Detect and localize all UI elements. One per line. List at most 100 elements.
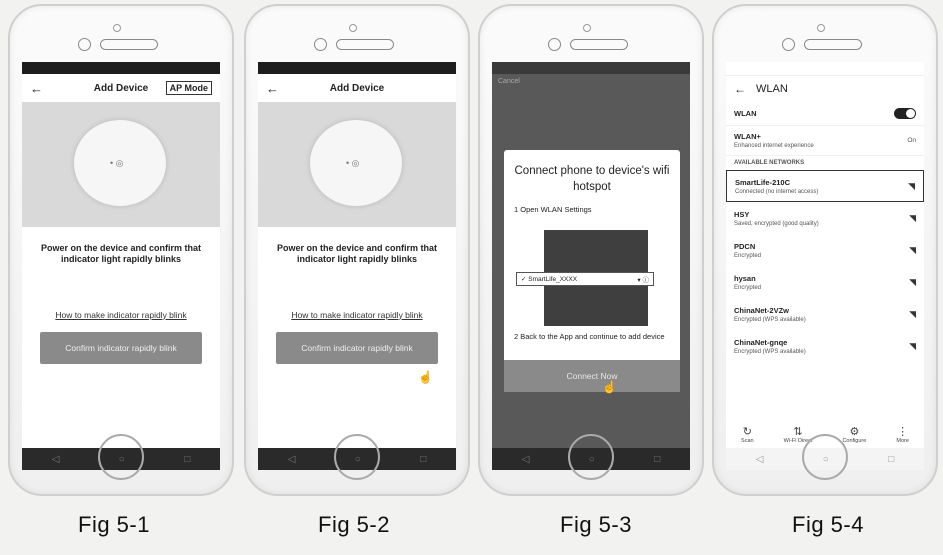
refresh-icon: ↻ <box>742 425 752 438</box>
instruction-text: Power on the device and confirm that ind… <box>276 243 438 265</box>
dialog-title: Connect phone to device's wifi hotspot <box>514 165 670 193</box>
front-sensor <box>113 24 121 32</box>
wlan-plus-row[interactable]: WLAN+ Enhanced internet experience On <box>726 126 924 156</box>
confirm-blink-button[interactable]: Confirm indicator rapidly blink <box>40 331 202 364</box>
ap-mode-button[interactable]: AP Mode <box>165 81 212 95</box>
wifi-lock-signal-icon: ◥ <box>909 244 916 255</box>
device-illustration: • ◎ <box>258 102 456 227</box>
confirm-blink-button[interactable]: Confirm indicator rapidly blink <box>276 331 438 364</box>
page-title: Add Device <box>329 82 385 94</box>
front-sensor <box>349 24 357 32</box>
wlan-toggle[interactable] <box>894 108 916 119</box>
check-icon: ✓ <box>521 276 529 283</box>
top-bar: ← Add Device <box>258 74 456 102</box>
home-button[interactable] <box>568 434 614 480</box>
earpiece-speaker <box>100 39 158 50</box>
nav-back-icon[interactable]: ◁ <box>52 454 60 465</box>
earpiece-speaker <box>336 39 394 50</box>
front-camera <box>78 38 91 51</box>
network-name: PDCN <box>734 241 756 251</box>
wifi-direct-icon: ⇅ <box>793 425 803 438</box>
more-button[interactable]: ⋮ More <box>896 425 909 444</box>
connect-now-button[interactable]: Connect Now <box>504 360 680 392</box>
screen: ← Add Device AP Mode • ◎ Power on the de… <box>22 62 220 470</box>
tap-cursor-icon: ☝ <box>602 380 617 394</box>
nav-recents-icon[interactable]: □ <box>420 454 426 465</box>
network-item[interactable]: ChinaNet-2VZw Encrypted (WPS available) … <box>726 298 924 330</box>
status-bar <box>22 62 220 74</box>
indicator-light-icon: • ◎ <box>110 158 124 168</box>
status-bar <box>726 62 924 76</box>
network-name: hysan <box>734 273 756 283</box>
page-title: WLAN <box>756 83 788 95</box>
figure-caption: Fig 5-2 <box>318 512 390 537</box>
network-name: ChinaNet-gnqe <box>734 337 788 347</box>
network-status: Connected (no internet access) <box>735 188 819 195</box>
front-camera <box>314 38 327 51</box>
device-illustration: • ◎ <box>22 102 220 227</box>
gear-icon: ⚙ <box>849 425 860 438</box>
status-bar <box>492 62 690 74</box>
phone-fig-5-2: ← Add Device • ◎ Power on the device and… <box>244 4 470 496</box>
device-image: • ◎ <box>74 120 166 206</box>
front-sensor <box>817 24 825 32</box>
help-link[interactable]: How to make indicator rapidly blink <box>258 310 456 320</box>
network-status: Encrypted (WPS available) <box>734 348 806 355</box>
wlan-plus-label: WLAN+ <box>734 132 761 141</box>
phone-fig-5-3: Cancel Connect phone to device's wifi ho… <box>478 4 704 496</box>
cancel-link[interactable]: Cancel <box>492 74 690 118</box>
home-button[interactable] <box>802 434 848 480</box>
more-vertical-icon: ⋮ <box>897 425 909 438</box>
wifi-lock-signal-icon: ◥ <box>909 308 916 319</box>
wifi-lock-signal-icon: ◥ <box>909 276 916 287</box>
earpiece-speaker <box>804 39 862 50</box>
nav-back-icon[interactable]: ◁ <box>522 454 530 465</box>
wlan-toggle-row[interactable]: WLAN <box>726 102 924 126</box>
home-button[interactable] <box>98 434 144 480</box>
wifi-signal-icon: ◥ <box>908 180 915 191</box>
network-name: ChinaNet-2VZw <box>734 305 790 315</box>
scan-button[interactable]: ↻ Scan <box>741 425 754 444</box>
network-item[interactable]: PDCN Encrypted ◥ <box>726 234 924 266</box>
phone-fig-5-1: ← Add Device AP Mode • ◎ Power on the de… <box>8 4 234 496</box>
home-button[interactable] <box>334 434 380 480</box>
back-arrow-icon[interactable]: ← <box>734 82 746 96</box>
nav-recents-icon[interactable]: □ <box>654 454 660 465</box>
network-item[interactable]: hysan Encrypted ◥ <box>726 266 924 298</box>
screen: ← WLAN WLAN WLAN+ Enhanced internet expe… <box>726 62 924 470</box>
earpiece-speaker <box>570 39 628 50</box>
device-image: • ◎ <box>310 120 402 206</box>
tap-cursor-icon: ☝ <box>418 370 433 384</box>
front-sensor <box>583 24 591 32</box>
nav-back-icon[interactable]: ◁ <box>288 454 296 465</box>
nav-recents-icon[interactable]: □ <box>184 454 190 465</box>
network-item[interactable]: ChinaNet-gnqe Encrypted (WPS available) … <box>726 330 924 362</box>
network-name: SmartLife-210C <box>735 177 791 187</box>
back-arrow-icon[interactable]: ← <box>266 81 279 96</box>
nav-recents-icon[interactable]: □ <box>888 454 894 465</box>
network-item[interactable]: HSY Saved, encrypted (good quality) ◥ <box>726 202 924 234</box>
instruction-text: Power on the device and confirm that ind… <box>40 243 202 265</box>
figure-caption: Fig 5-4 <box>792 512 864 537</box>
wlan-plus-value: On <box>907 137 916 144</box>
network-status: Encrypted <box>734 252 762 259</box>
wifi-lock-signal-icon: ◥ <box>909 212 916 223</box>
back-arrow-icon[interactable]: ← <box>30 81 43 96</box>
network-status: Encrypted (WPS available) <box>734 316 806 323</box>
figure-caption: Fig 5-1 <box>78 512 150 537</box>
front-camera <box>548 38 561 51</box>
wifi-lock-signal-icon: ◥ <box>909 340 916 351</box>
front-camera <box>782 38 795 51</box>
network-name: SmartLife_XXXX <box>528 275 578 283</box>
network-item[interactable]: SmartLife-210C Connected (no internet ac… <box>726 170 924 202</box>
wifi-signal-icon: ▾ ⓘ <box>637 277 649 284</box>
help-link[interactable]: How to make indicator rapidly blink <box>22 310 220 320</box>
status-bar <box>258 62 456 74</box>
phone-fig-5-4: ← WLAN WLAN WLAN+ Enhanced internet expe… <box>712 4 938 496</box>
configure-button[interactable]: ⚙ Configure <box>842 425 866 444</box>
step-1-text: 1 Open WLAN Settings <box>514 205 592 215</box>
nav-back-icon[interactable]: ◁ <box>756 454 764 465</box>
network-name: HSY <box>734 209 750 219</box>
wlan-label: WLAN <box>734 109 757 118</box>
hotspot-network-row: ✓ SmartLife_XXXX ▾ ⓘ <box>516 272 654 286</box>
